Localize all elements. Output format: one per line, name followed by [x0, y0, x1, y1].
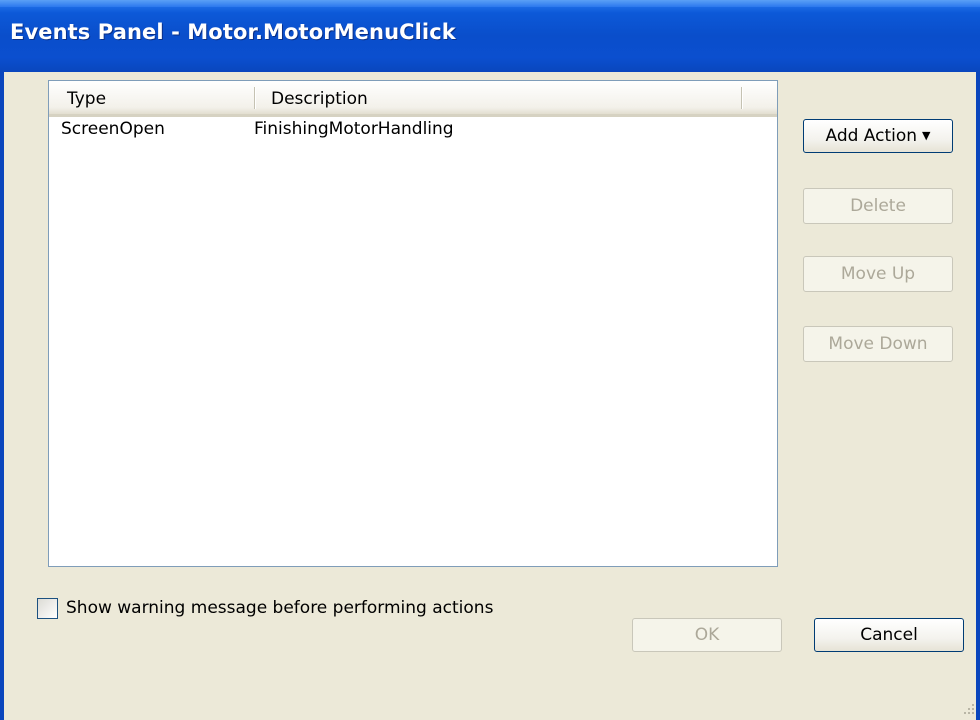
dropdown-arrow-icon: ▼ [922, 129, 931, 142]
list-item[interactable]: ScreenOpen FinishingMotorHandling [49, 119, 777, 141]
cancel-button[interactable]: Cancel [814, 618, 964, 652]
column-separator[interactable] [741, 87, 742, 109]
list-header: Type Description [49, 81, 777, 117]
actions-list[interactable]: Type Description ScreenOpen FinishingMot… [48, 80, 778, 567]
list-item-type: ScreenOpen [61, 119, 165, 139]
delete-button[interactable]: Delete [803, 188, 953, 224]
title-bar[interactable]: Events Panel - Motor.MotorMenuClick [0, 0, 980, 72]
resize-grip-icon[interactable] [962, 702, 974, 714]
warning-checkbox-label[interactable]: Show warning message before performing a… [66, 598, 493, 618]
move-up-button[interactable]: Move Up [803, 256, 953, 292]
title-bar-highlight [0, 0, 980, 7]
ok-button[interactable]: OK [632, 618, 782, 652]
column-header-description[interactable]: Description [271, 89, 368, 109]
warning-checkbox[interactable] [37, 598, 58, 619]
list-item-description: FinishingMotorHandling [254, 119, 454, 139]
column-separator[interactable] [254, 87, 255, 109]
window-frame-right [976, 72, 980, 720]
window-frame-left [0, 72, 4, 720]
add-action-label: Add Action [825, 126, 918, 146]
move-down-button[interactable]: Move Down [803, 326, 953, 362]
window-title: Events Panel - Motor.MotorMenuClick [10, 20, 456, 44]
column-header-type[interactable]: Type [67, 89, 106, 109]
add-action-button[interactable]: Add Action ▼ [803, 119, 953, 153]
